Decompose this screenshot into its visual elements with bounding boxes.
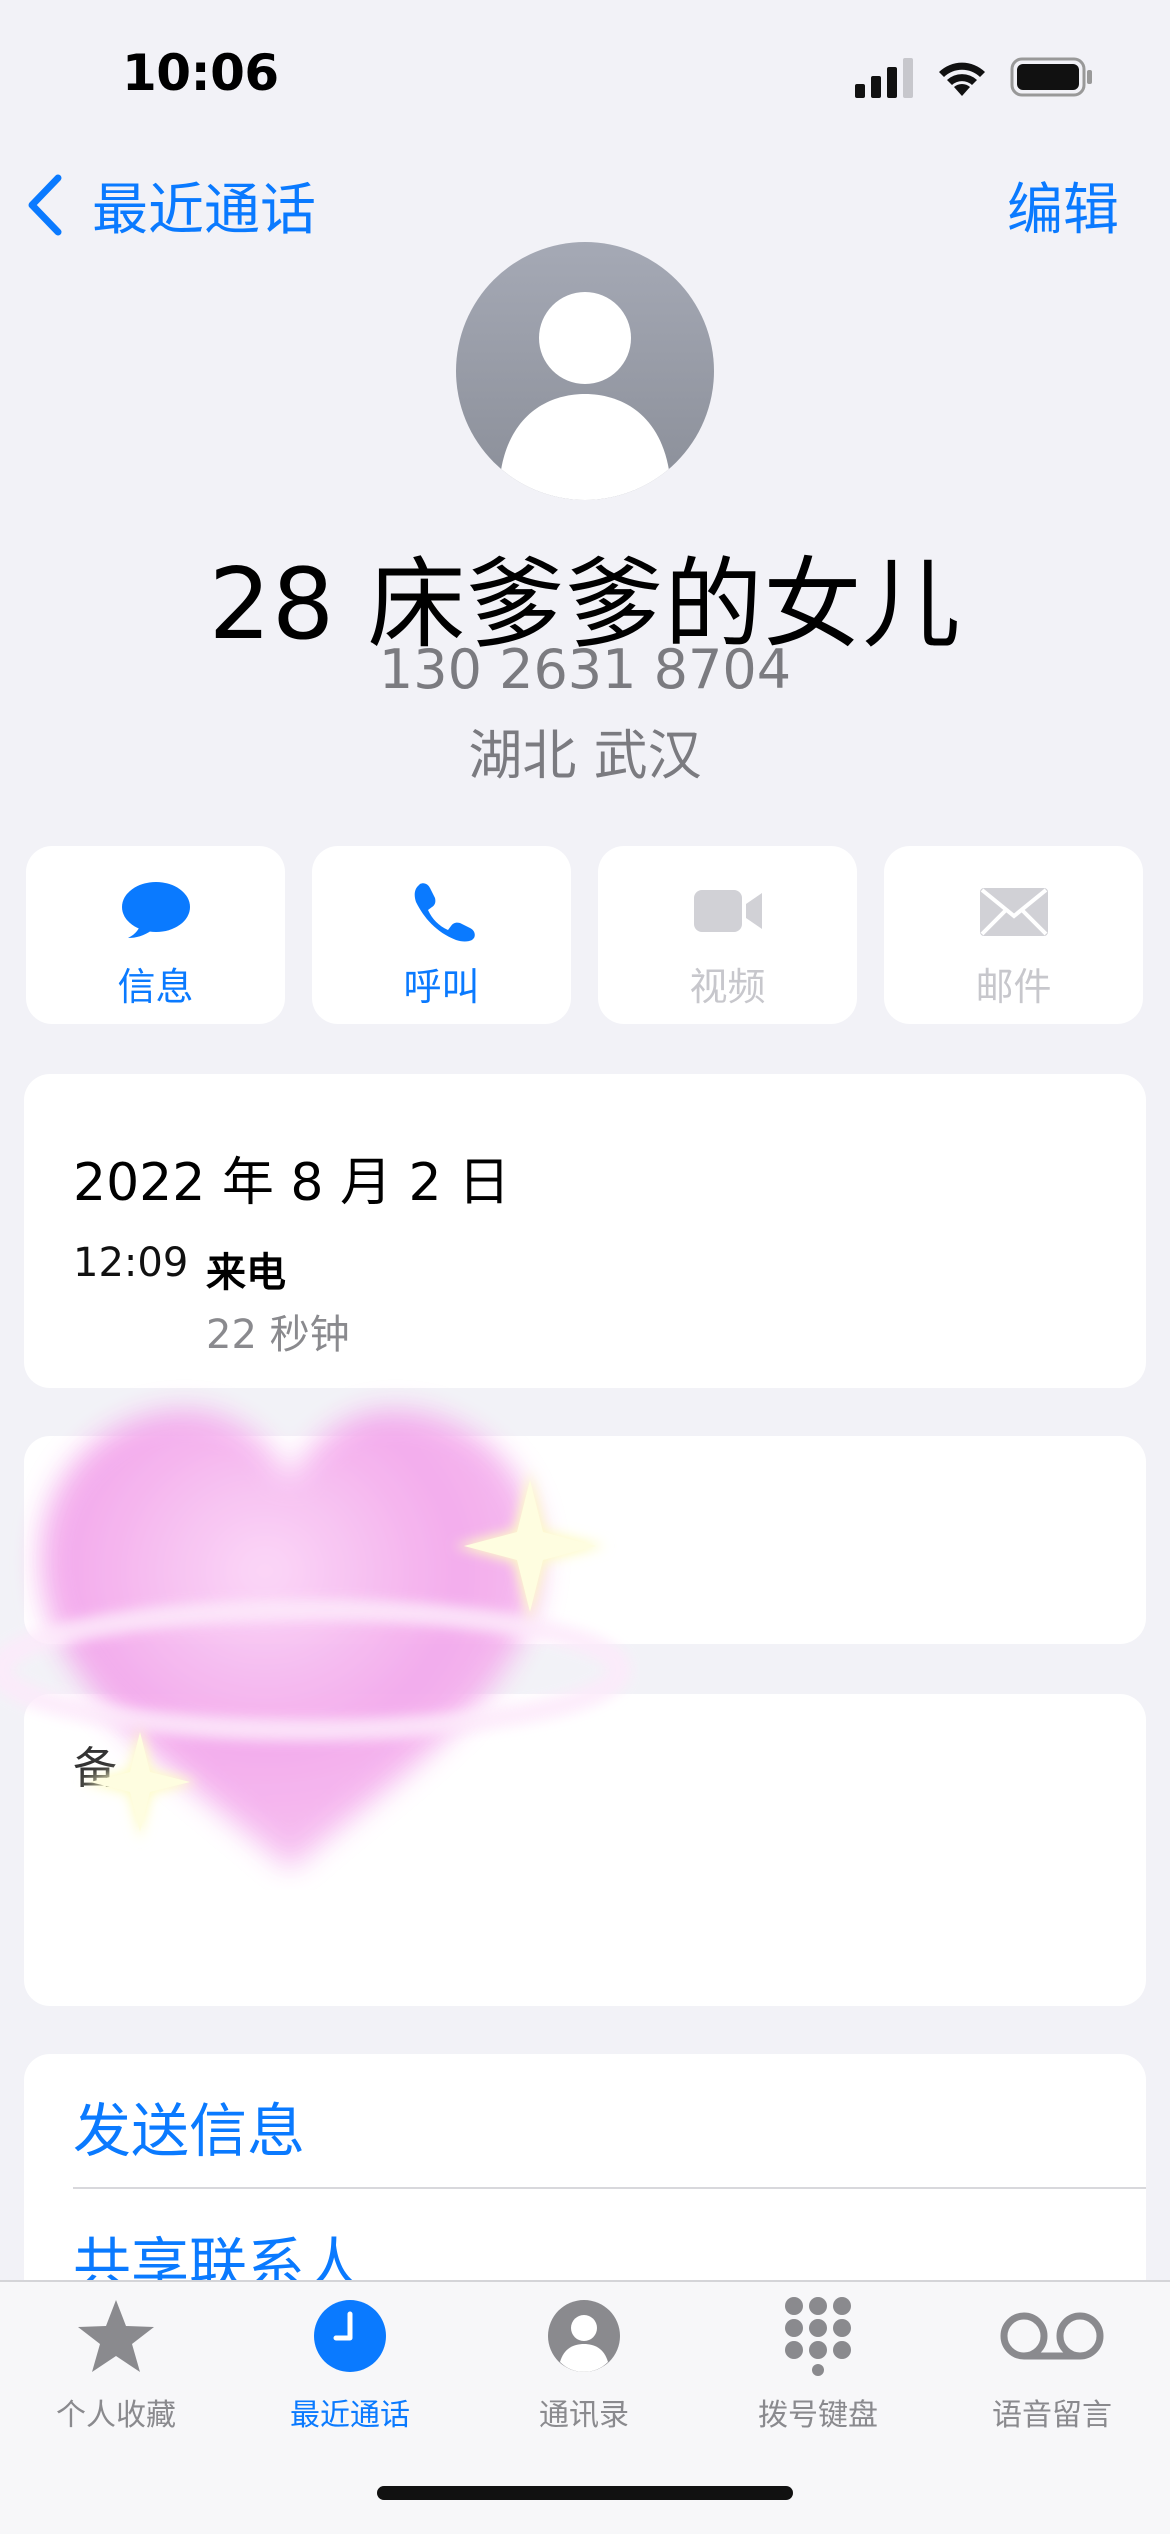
back-button[interactable]: 最近通话 [22, 165, 316, 245]
video-button[interactable]: 视频 [598, 846, 857, 1024]
avatar [456, 242, 714, 500]
mail-envelope-icon [979, 888, 1048, 936]
video-button-label: 视频 [689, 965, 766, 1009]
clock-icon [314, 2300, 386, 2372]
tab-voicemail-label: 语音留言 [992, 2398, 1112, 2433]
send-message-link[interactable]: 发送信息 [73, 2084, 305, 2168]
tab-contacts-label: 通讯录 [539, 2398, 629, 2433]
call-type: 来电 [206, 1250, 286, 1296]
chevron-left-icon [28, 174, 62, 236]
status-time: 10:06 [122, 44, 279, 102]
cellular-signal-icon [855, 58, 913, 98]
call-button-label: 呼叫 [403, 965, 480, 1009]
call-history-card [24, 1074, 1146, 1388]
call-button[interactable]: 呼叫 [312, 846, 571, 1024]
tab-favorites[interactable]: 个人收藏 [16, 2296, 216, 2434]
tab-keypad[interactable]: 拨号键盘 [718, 2296, 918, 2434]
video-camera-icon [693, 890, 762, 932]
tab-favorites-label: 个人收藏 [56, 2398, 176, 2433]
tab-recents[interactable]: 最近通话 [250, 2296, 450, 2434]
home-indicator [377, 2486, 793, 2500]
keypad-icon [785, 2297, 851, 2376]
message-bubble-icon [121, 882, 190, 938]
call-time: 12:09 [73, 1240, 189, 1286]
contact-phone: 130 2631 8704 [378, 638, 792, 701]
person-silhouette-icon [501, 292, 669, 500]
call-date: 2022 年 8 月 2 日 [73, 1153, 511, 1213]
tab-voicemail[interactable]: 语音留言 [952, 2296, 1152, 2434]
star-icon [78, 2300, 154, 2372]
heart-sticker-icon [0, 1410, 631, 1870]
message-button-label: 信息 [117, 965, 194, 1009]
person-circle-icon [548, 2300, 620, 2372]
mail-button-label: 邮件 [975, 965, 1052, 1009]
wifi-icon [939, 62, 985, 96]
message-button[interactable]: 信息 [26, 846, 285, 1024]
tab-keypad-label: 拨号键盘 [758, 2398, 878, 2433]
tab-recents-label: 最近通话 [290, 2398, 410, 2433]
contact-location: 湖北 武汉 [468, 724, 702, 787]
mail-button[interactable]: 邮件 [884, 846, 1143, 1024]
battery-icon [1010, 57, 1092, 97]
back-button-label: 最近通话 [92, 177, 316, 243]
phone-icon [414, 883, 475, 942]
voicemail-icon [1000, 2312, 1104, 2360]
list-divider [73, 2187, 1146, 2189]
tab-contacts[interactable]: 通讯录 [484, 2296, 684, 2434]
edit-button[interactable]: 编辑 [1007, 165, 1119, 245]
call-duration: 22 秒钟 [206, 1312, 350, 1358]
